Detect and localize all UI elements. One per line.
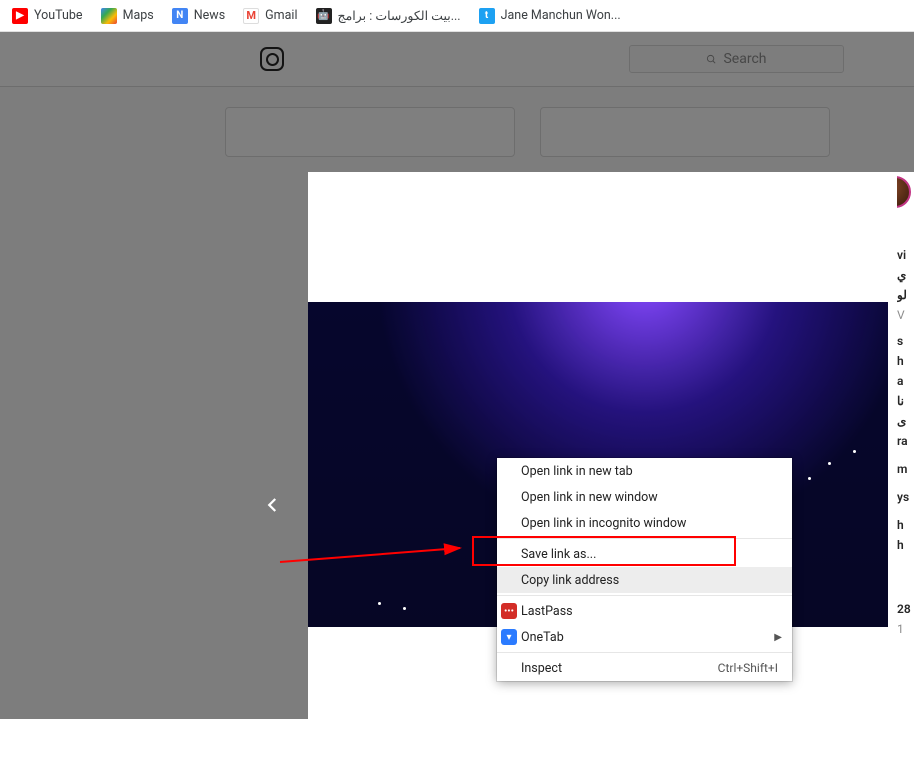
- site-icon: 🤖: [316, 8, 332, 24]
- cm-item-label: Open link in new tab: [521, 464, 633, 479]
- cm-item-label: Open link in new window: [521, 490, 658, 505]
- bookmark-twitter[interactable]: t Jane Manchun Won...: [479, 8, 621, 24]
- twitter-icon: t: [479, 8, 495, 24]
- bookmark-gmail[interactable]: M Gmail: [243, 8, 297, 24]
- sidebar-text: ي: [897, 268, 914, 282]
- cm-open-new-tab[interactable]: Open link in new tab: [497, 458, 792, 484]
- cm-lastpass[interactable]: ••• LastPass: [497, 598, 792, 624]
- sidebar-text: ys: [897, 490, 914, 504]
- cm-item-label: Open link in incognito window: [521, 516, 686, 531]
- gmail-icon: M: [243, 8, 259, 24]
- bookmark-label: Maps: [123, 8, 154, 23]
- sidebar-text: h: [897, 518, 914, 532]
- cm-item-label: Save link as...: [521, 547, 596, 562]
- sidebar-text: h: [897, 538, 914, 552]
- prev-post-button[interactable]: [258, 490, 288, 520]
- sidebar-text: a: [897, 374, 914, 388]
- post-sidebar: vi ي لو V s h a نا ى ra m ys h h 28 1: [897, 172, 914, 719]
- cm-copy-link-address[interactable]: Copy link address: [497, 567, 792, 593]
- sidebar-text: 1: [897, 622, 914, 636]
- avatar[interactable]: [897, 176, 911, 208]
- onetab-icon: ▾: [501, 629, 517, 645]
- sidebar-text: h: [897, 354, 914, 368]
- bookmark-youtube[interactable]: ▶ YouTube: [12, 8, 83, 24]
- bookmark-news[interactable]: N News: [172, 8, 225, 24]
- bookmark-label: YouTube: [34, 8, 83, 23]
- bookmark-maps[interactable]: Maps: [101, 8, 154, 24]
- cm-onetab[interactable]: ▾ OneTab ▶: [497, 624, 792, 650]
- divider: [497, 595, 792, 596]
- cm-item-label: OneTab: [521, 630, 564, 645]
- sidebar-text: vi: [897, 248, 914, 262]
- sidebar-text: 28: [897, 602, 914, 616]
- sidebar-text: نا: [897, 394, 914, 408]
- cm-inspect[interactable]: Inspect Ctrl+Shift+I: [497, 655, 792, 681]
- sidebar-text: لو: [897, 288, 914, 302]
- news-icon: N: [172, 8, 188, 24]
- bookmark-label: بيت الكورسات : برامج...: [338, 8, 461, 24]
- bookmark-label: Gmail: [265, 8, 297, 23]
- sidebar-text: m: [897, 462, 914, 476]
- cm-save-link-as[interactable]: Save link as...: [497, 541, 792, 567]
- divider: [497, 538, 792, 539]
- context-menu: Open link in new tab Open link in new wi…: [497, 458, 792, 681]
- bookmark-arabic[interactable]: 🤖 بيت الكورسات : برامج...: [316, 8, 461, 24]
- chevron-right-icon: ▶: [774, 632, 782, 643]
- sidebar-text: s: [897, 334, 914, 348]
- lastpass-icon: •••: [501, 603, 517, 619]
- youtube-icon: ▶: [12, 8, 28, 24]
- maps-icon: [101, 8, 117, 24]
- cm-item-label: Copy link address: [521, 573, 619, 588]
- cm-shortcut: Ctrl+Shift+I: [718, 661, 778, 675]
- chevron-left-icon: [264, 490, 282, 520]
- sidebar-text: ra: [897, 434, 914, 448]
- bookmark-label: News: [194, 8, 225, 23]
- bookmarks-bar: ▶ YouTube Maps N News M Gmail 🤖 بيت الكو…: [0, 0, 914, 32]
- cm-open-incognito[interactable]: Open link in incognito window: [497, 510, 792, 536]
- cm-open-new-window[interactable]: Open link in new window: [497, 484, 792, 510]
- divider: [497, 652, 792, 653]
- cm-item-label: LastPass: [521, 604, 573, 619]
- sidebar-text: ى: [897, 414, 914, 428]
- sidebar-text: V: [897, 308, 914, 322]
- bookmark-label: Jane Manchun Won...: [501, 8, 621, 23]
- cm-item-label: Inspect: [521, 661, 562, 676]
